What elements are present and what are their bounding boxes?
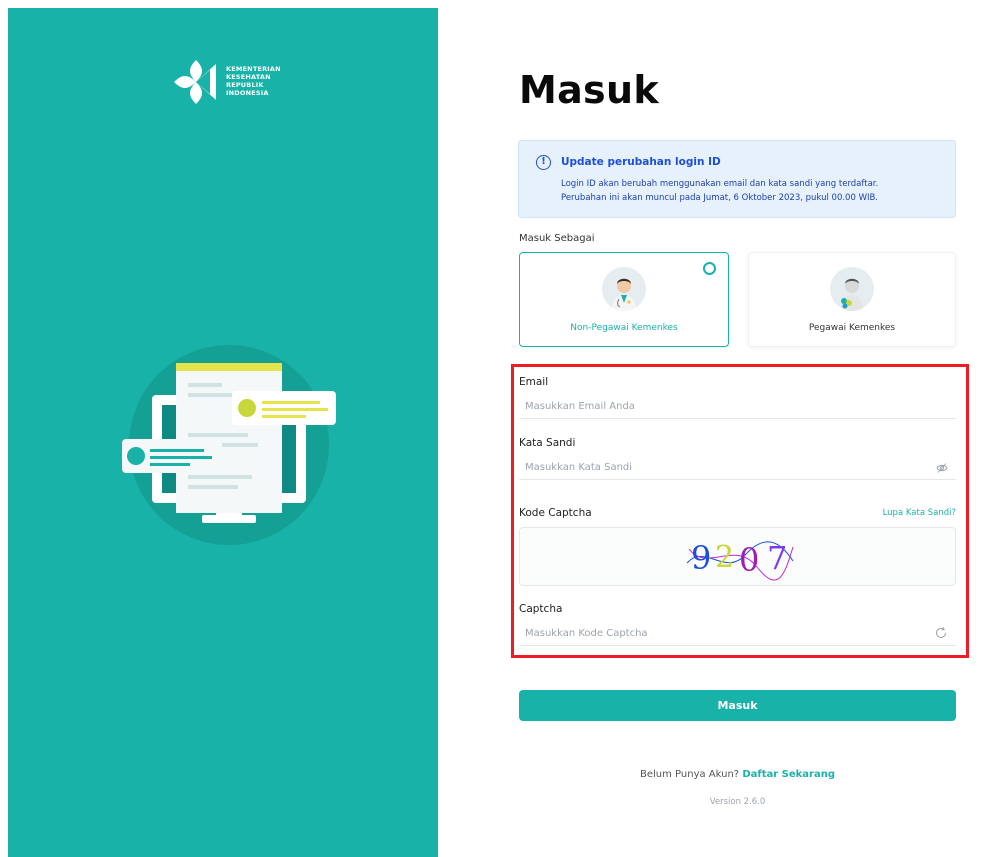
signup-row: Belum Punya Akun? Daftar Sekarang: [519, 769, 956, 780]
brand-panel: KEMENTERIAN KESEHATAN REPUBLIK INDONESIA: [8, 8, 438, 857]
role-option-non-pegawai[interactable]: Non-Pegawai Kemenkes: [519, 252, 729, 347]
captcha-field[interactable]: [519, 622, 956, 646]
signup-prompt: Belum Punya Akun?: [640, 769, 740, 780]
radio-selected-icon[interactable]: [703, 262, 716, 275]
kemenkes-logo-icon: [174, 60, 216, 104]
role-option-label: Non-Pegawai Kemenkes: [570, 323, 678, 333]
forgot-password-link[interactable]: Lupa Kata Sandi?: [883, 508, 956, 518]
login-id-notice: ! Update perubahan login ID Login ID aka…: [518, 140, 956, 218]
email-label: Email: [519, 376, 549, 388]
refresh-captcha-icon[interactable]: [934, 626, 948, 640]
logo-text: KEMENTERIAN KESEHATAN REPUBLIK INDONESIA: [226, 65, 281, 97]
notice-title: Update perubahan login ID: [561, 156, 721, 168]
captcha-image-label: Kode Captcha: [519, 507, 592, 519]
email-field[interactable]: [519, 395, 956, 419]
password-label: Kata Sandi: [519, 437, 576, 449]
role-option-pegawai[interactable]: Pegawai Kemenkes: [748, 252, 956, 347]
captcha-digit: 0: [739, 541, 759, 579]
computer-illustration: [104, 333, 354, 558]
role-option-label: Pegawai Kemenkes: [808, 323, 896, 333]
employee-avatar-icon: [830, 267, 874, 311]
kemenkes-logo: KEMENTERIAN KESEHATAN REPUBLIK INDONESIA: [172, 58, 281, 106]
page-title: Masuk: [519, 68, 659, 112]
login-button[interactable]: Masuk: [519, 690, 956, 721]
register-link[interactable]: Daftar Sekarang: [742, 769, 835, 780]
captcha-label: Captcha: [519, 603, 563, 615]
info-icon: !: [536, 155, 551, 170]
notice-line: Perubahan ini akan muncul pada Jumat, 6 …: [561, 193, 879, 203]
version-text: Version 2.6.0: [709, 797, 766, 807]
eye-off-icon[interactable]: [936, 462, 948, 474]
captcha-digit: 7: [767, 539, 787, 577]
captcha-digit: 2: [715, 540, 734, 575]
doctor-avatar-icon: [602, 267, 646, 311]
password-field[interactable]: [519, 456, 956, 480]
captcha-digit: 9: [691, 539, 711, 577]
captcha-code-image: 9 2 0 7: [686, 539, 794, 581]
notice-line: Login ID akan berubah menggunakan email …: [561, 179, 879, 189]
captcha-image: 9 2 0 7: [519, 527, 956, 586]
role-label: Masuk Sebagai: [519, 233, 595, 244]
